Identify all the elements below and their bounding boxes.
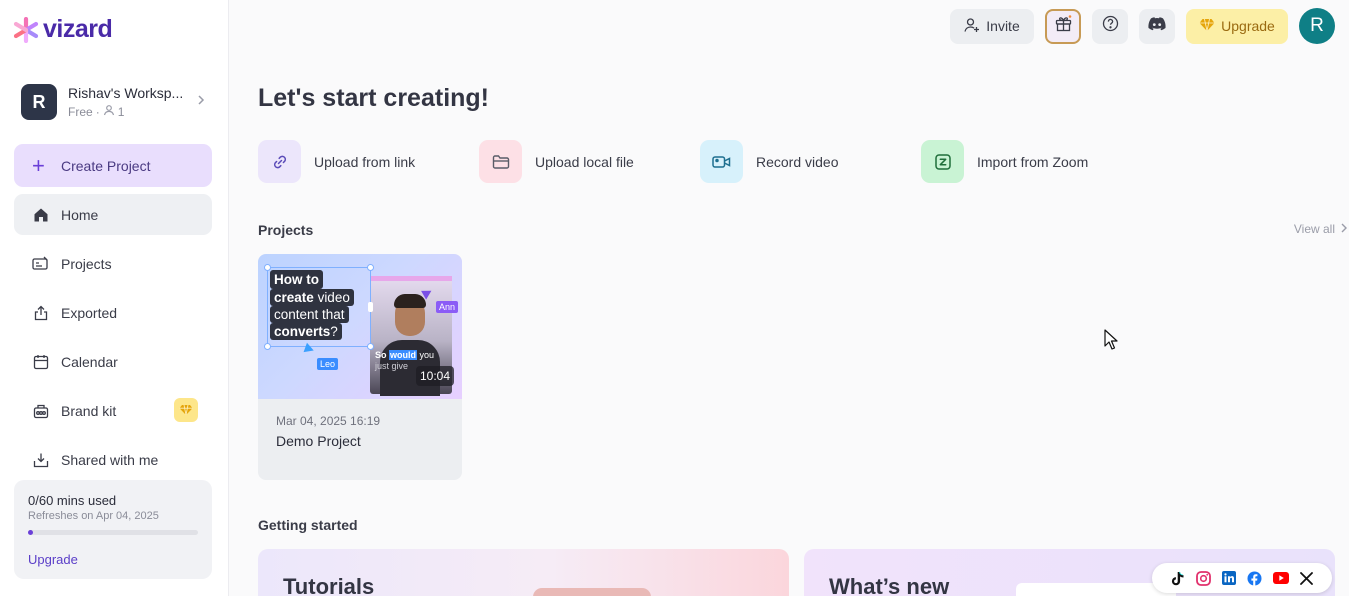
- workspace-switcher[interactable]: R Rishav's Worksp... Free · 1: [21, 84, 205, 120]
- import-from-zoom-button[interactable]: Import from Zoom: [921, 140, 1142, 183]
- instagram-icon[interactable]: [1195, 570, 1211, 586]
- sidebar-item-brand-kit[interactable]: Brand kit: [14, 390, 212, 431]
- user-avatar[interactable]: R: [1299, 8, 1335, 44]
- sidebar-item-shared[interactable]: Shared with me: [14, 439, 212, 480]
- zoom-icon: [921, 140, 964, 183]
- tutorials-preview: [533, 588, 651, 596]
- help-button[interactable]: [1092, 8, 1128, 44]
- plus-icon: +: [32, 152, 45, 178]
- getting-started-title: Getting started: [258, 517, 358, 533]
- workspace-plan: Free: [68, 104, 93, 119]
- sidebar-item-label: Brand kit: [61, 402, 117, 419]
- collaborator-tag-ann: Ann: [436, 301, 459, 313]
- topbar: Invite Upgrade R: [950, 8, 1335, 44]
- vizard-logo-icon: [13, 16, 39, 43]
- tutorials-card[interactable]: Tutorials: [258, 549, 789, 596]
- create-project-button[interactable]: + Create Project: [14, 144, 212, 187]
- usage-minutes: 0/60 mins used: [28, 493, 117, 508]
- invite-button[interactable]: Invite: [950, 8, 1034, 44]
- record-video-button[interactable]: Record video: [700, 140, 921, 183]
- upload-local-file-button[interactable]: Upload local file: [479, 140, 700, 183]
- shared-icon: [32, 451, 49, 468]
- upload-from-link-button[interactable]: Upload from link: [258, 140, 479, 183]
- tutorials-title: Tutorials: [283, 574, 375, 596]
- sidebar-nav: Home Projects Exported Calendar Brand ki…: [14, 194, 212, 488]
- members-icon: [103, 104, 115, 119]
- diamond-icon: [1199, 18, 1215, 35]
- upgrade-link[interactable]: Upgrade: [28, 552, 198, 567]
- projects-icon: [32, 255, 49, 272]
- quick-action-label: Upload from link: [314, 153, 416, 170]
- sidebar-item-label: Shared with me: [61, 451, 159, 468]
- whats-new-title: What’s new: [829, 574, 950, 596]
- view-all-label: View all: [1293, 222, 1335, 236]
- usage-card: 0/60 mins used Refreshes on Apr 04, 2025…: [14, 480, 212, 579]
- usage-refresh: Refreshes on Apr 04, 2025: [28, 510, 159, 522]
- export-icon: [32, 304, 49, 321]
- sidebar-item-label: Projects: [61, 255, 112, 272]
- sidebar: vizard R Rishav's Worksp... Free · 1 + C…: [0, 0, 229, 596]
- video-camera-icon: [700, 140, 743, 183]
- sidebar-item-label: Home: [61, 206, 99, 223]
- create-project-label: Create Project: [61, 157, 151, 174]
- social-links: [1152, 563, 1332, 593]
- link-icon: [258, 140, 301, 183]
- sidebar-item-label: Calendar: [61, 353, 118, 370]
- quick-actions: Upload from link Upload local file Recor…: [258, 140, 1142, 183]
- thumbnail-headline: How to create video content that convert…: [270, 270, 366, 340]
- x-icon[interactable]: [1298, 570, 1314, 586]
- add-user-icon: [964, 17, 980, 36]
- mouse-pointer-icon: [1104, 329, 1118, 355]
- calendar-icon: [32, 353, 49, 370]
- workspace-members: 1: [117, 104, 125, 119]
- home-icon: [32, 206, 49, 223]
- sidebar-item-home[interactable]: Home: [14, 194, 212, 235]
- project-thumbnail: How to create video content that convert…: [258, 254, 462, 399]
- project-date: Mar 04, 2025 16:19: [276, 414, 381, 428]
- project-name: Demo Project: [276, 433, 361, 449]
- gift-button[interactable]: [1045, 8, 1081, 44]
- upgrade-label: Upgrade: [1221, 18, 1275, 34]
- duration-badge: 10:04: [416, 366, 455, 386]
- sidebar-item-exported[interactable]: Exported: [14, 292, 212, 333]
- brand-kit-icon: [32, 402, 49, 419]
- upgrade-button[interactable]: Upgrade: [1186, 8, 1288, 44]
- page-title: Let's start creating!: [258, 84, 490, 112]
- view-all-link[interactable]: View all: [1294, 222, 1347, 236]
- brand-name: vizard: [43, 15, 113, 43]
- sidebar-item-calendar[interactable]: Calendar: [14, 341, 212, 382]
- discord-icon: [1148, 16, 1166, 36]
- logo[interactable]: vizard: [13, 15, 113, 44]
- quick-action-label: Import from Zoom: [977, 153, 1089, 170]
- usage-progress-bar: [28, 530, 198, 535]
- sidebar-item-projects[interactable]: Projects: [14, 243, 212, 284]
- gift-icon: [1055, 15, 1072, 37]
- cursor-arrow-icon: [303, 342, 316, 356]
- discord-button[interactable]: [1139, 8, 1175, 44]
- usage-progress-fill: [28, 530, 34, 535]
- facebook-icon[interactable]: [1247, 570, 1263, 586]
- folder-icon: [479, 140, 522, 183]
- project-card[interactable]: How to create video content that convert…: [258, 254, 462, 480]
- collaborator-tag-leo: Leo: [317, 358, 339, 370]
- workspace-avatar: R: [21, 84, 57, 120]
- whats-new-preview: [1016, 583, 1176, 596]
- quick-action-label: Record video: [756, 153, 839, 170]
- invite-label: Invite: [986, 18, 1020, 34]
- chevron-right-icon: [1341, 222, 1347, 236]
- sidebar-item-label: Exported: [61, 304, 118, 321]
- workspace-name: Rishav's Worksp...: [68, 85, 184, 101]
- projects-title: Projects: [258, 222, 314, 238]
- tiktok-icon[interactable]: [1170, 570, 1186, 586]
- quick-action-label: Upload local file: [535, 153, 634, 170]
- help-icon: [1102, 15, 1119, 37]
- youtube-icon[interactable]: [1272, 570, 1289, 586]
- linkedin-icon[interactable]: [1221, 570, 1237, 586]
- chevron-right-icon: [197, 94, 205, 109]
- diamond-icon: [174, 398, 198, 422]
